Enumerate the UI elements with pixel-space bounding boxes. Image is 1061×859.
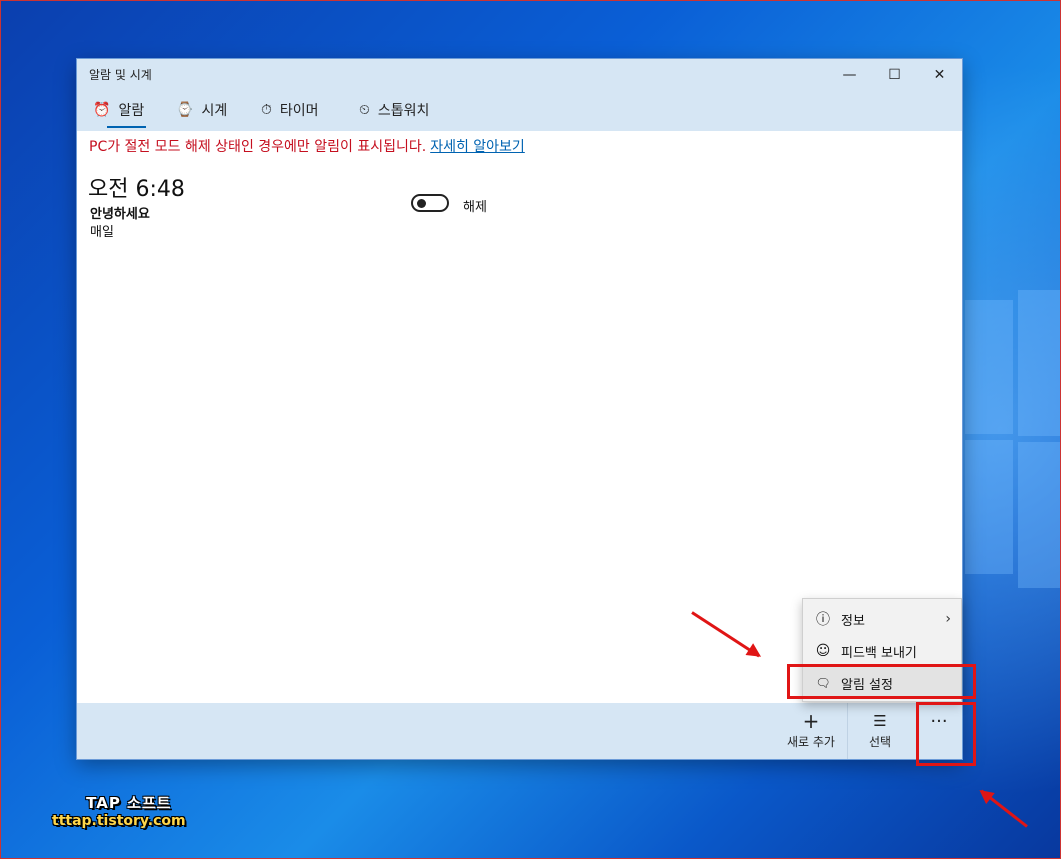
select-list-icon: ☰ (873, 712, 887, 730)
tab-label: 타이머 (279, 103, 319, 119)
feedback-icon: ☺ (815, 643, 831, 659)
tab-stopwatch[interactable]: ⏲ 스톱워치 (359, 100, 429, 120)
watermark-brand: TAP 소프트 (86, 794, 172, 812)
menu-item-label: 정보 (841, 613, 865, 629)
menu-item-feedback[interactable]: ☺ 피드백 보내기 (803, 635, 961, 667)
annotation-box-menu (787, 664, 976, 699)
windows-logo-pane (965, 300, 1013, 434)
learn-more-link[interactable]: 자세히 알아보기 (430, 139, 525, 155)
alarm-toggle[interactable] (411, 194, 449, 212)
alarm-clock-icon: ⏰ (93, 102, 111, 118)
alarm-repeat: 매일 (90, 225, 114, 240)
menu-item-about[interactable]: ⓘ 정보 › (803, 603, 961, 635)
select-button[interactable]: ☰ 선택 (859, 709, 901, 750)
tab-label: 알람 (118, 103, 145, 119)
wake-notice: PC가 절전 모드 해제 상태인 경우에만 알림이 표시됩니다. 자세히 알아보기 (89, 136, 525, 156)
add-alarm-button[interactable]: + 새로 추가 (783, 709, 839, 750)
tab-timer[interactable]: ⏱ 타이머 (261, 100, 319, 120)
menu-item-label: 피드백 보내기 (841, 645, 917, 661)
watermark-url: tttap.tistory.com (52, 813, 186, 829)
tab-label: 시계 (201, 103, 228, 119)
tab-bar: ⏰ 알람 ⌚ 시계 ⏱ 타이머 ⏲ 스톱워치 (77, 90, 962, 131)
command-divider (847, 703, 848, 759)
notice-text: PC가 절전 모드 해제 상태인 경우에만 알림이 표시됩니다. (89, 139, 427, 155)
tab-clock[interactable]: ⌚ 시계 (176, 100, 227, 120)
alarm-name: 안녕하세요 (90, 207, 150, 222)
timer-icon: ⏱ (261, 102, 272, 118)
watermark: TAP 소프트 tttap.tistory.com (52, 792, 186, 829)
windows-logo-pane (965, 440, 1013, 574)
toggle-state-label: 해제 (463, 200, 487, 215)
minimize-button[interactable]: — (827, 59, 872, 90)
select-label: 선택 (868, 735, 892, 749)
plus-icon: + (802, 709, 820, 733)
windows-logo-pane (1018, 442, 1061, 588)
alarm-time[interactable]: 오전 6:48 (88, 171, 185, 203)
windows-logo-pane (1018, 290, 1061, 436)
world-clock-icon: ⌚ (176, 102, 194, 118)
close-button[interactable]: ✕ (917, 59, 962, 90)
toggle-knob (417, 199, 426, 208)
chevron-right-icon: › (945, 611, 951, 627)
add-label: 새로 추가 (787, 735, 835, 749)
tab-alarm[interactable]: ⏰ 알람 (93, 100, 147, 128)
tab-label: 스톱워치 (377, 103, 430, 119)
info-icon: ⓘ (816, 612, 830, 628)
stopwatch-icon: ⏲ (359, 102, 370, 118)
annotation-box-more (916, 702, 976, 766)
maximize-button[interactable]: ☐ (872, 59, 917, 90)
command-bar: + 새로 추가 ☰ 선택 ··· (77, 703, 962, 759)
title-bar[interactable]: 알람 및 시계 — ☐ ✕ (77, 59, 962, 90)
window-title: 알람 및 시계 (89, 68, 152, 82)
